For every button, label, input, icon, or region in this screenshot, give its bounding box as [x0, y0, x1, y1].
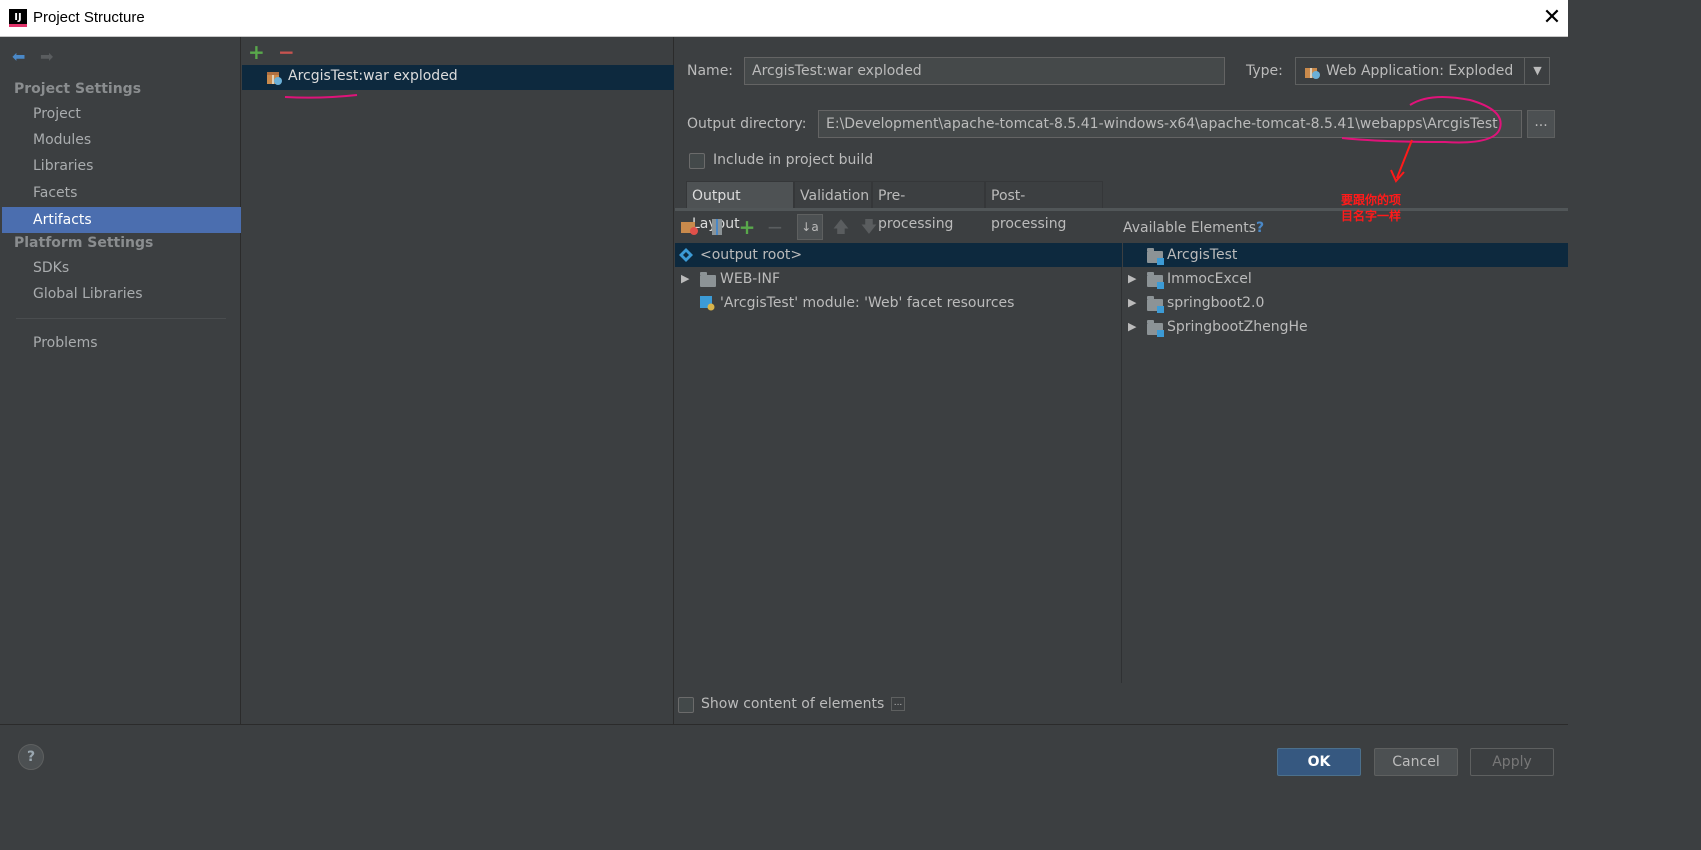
sidebar-item-artifacts[interactable]: Artifacts [2, 207, 241, 233]
web-inf-label: WEB-INF [720, 271, 780, 287]
expand-arrow-icon[interactable]: ▶ [1128, 267, 1136, 291]
available-label: ArcgisTest [1167, 247, 1238, 263]
window-title: Project Structure [33, 9, 145, 26]
annotation-line-2: 目名字一样 [1341, 209, 1402, 223]
settings-sidebar: ⬅ ➡ Project Settings Project Modules Lib… [2, 37, 241, 724]
tree-row-output-root[interactable]: <output root> [675, 243, 1122, 267]
output-directory-field[interactable]: E:\Development\apache-tomcat-8.5.41-wind… [818, 110, 1522, 138]
include-build-label: Include in project build [713, 152, 874, 168]
browse-button[interactable]: ... [1527, 110, 1555, 138]
move-up-icon[interactable]: 🡅 [831, 217, 851, 237]
sidebar-item-sdks[interactable]: SDKs [2, 255, 241, 281]
tab-output-layout[interactable]: Output Layout [686, 181, 794, 232]
cancel-button[interactable]: Cancel [1374, 748, 1458, 776]
module-badge-icon [1157, 330, 1164, 337]
close-icon[interactable]: ✕ [1540, 4, 1564, 32]
sidebar-item-libraries[interactable]: Libraries [2, 153, 241, 179]
web-app-icon [1305, 68, 1320, 79]
available-label: springboot2.0 [1167, 295, 1265, 311]
show-content-label: Show content of elements [701, 696, 885, 712]
tab-validation[interactable]: Validation [794, 181, 872, 209]
ok-button[interactable]: OK [1277, 748, 1361, 776]
dialog-footer: ? OK Cancel Apply [0, 724, 1568, 784]
available-label: ImmocExcel [1167, 271, 1252, 287]
artifact-type-select[interactable]: Web Application: Exploded ▼ [1295, 57, 1550, 85]
artifact-name-label: ArcgisTest:war exploded [288, 68, 458, 84]
folder-icon [700, 272, 716, 287]
tab-post-processing[interactable]: Post-processing [985, 181, 1103, 232]
sidebar-item-problems[interactable]: Problems [2, 330, 241, 356]
sidebar-item-project[interactable]: Project [2, 101, 241, 127]
sort-icon[interactable]: ↓a [797, 214, 823, 240]
available-elements-label: Available Elements [1123, 220, 1257, 236]
expand-arrow-icon[interactable]: ▶ [1128, 315, 1136, 339]
available-item-springbootzhenghe[interactable]: ▶ SpringbootZhengHe [1123, 315, 1568, 339]
intellij-app-icon: IJ [9, 9, 27, 27]
annotation-note: 要跟你的项 目名字一样 [1341, 192, 1431, 224]
apply-button[interactable]: Apply [1470, 748, 1554, 776]
archive-icon[interactable] [707, 217, 727, 237]
artifact-list-item[interactable]: ArcgisTest:war exploded [242, 65, 674, 90]
output-root-icon [679, 248, 693, 262]
sidebar-item-modules[interactable]: Modules [2, 127, 241, 153]
back-arrow-icon[interactable]: ⬅ [12, 47, 25, 66]
chevron-down-icon[interactable]: ▼ [1524, 58, 1550, 84]
artifact-details-panel: Name: ArcgisTest:war exploded Type: Web … [675, 37, 1568, 724]
forward-arrow-icon[interactable]: ➡ [40, 47, 53, 66]
help-button[interactable]: ? [18, 744, 44, 770]
add-element-icon[interactable]: + [737, 217, 757, 237]
available-item-springboot2[interactable]: ▶ springboot2.0 [1123, 291, 1568, 315]
new-directory-icon[interactable] [679, 217, 699, 237]
output-root-label: <output root> [700, 247, 803, 263]
module-badge-icon [1157, 258, 1164, 265]
artifact-name-field[interactable]: ArcgisTest:war exploded [744, 57, 1225, 85]
annotation-line-1: 要跟你的项 [1341, 193, 1402, 207]
remove-element-icon[interactable]: − [765, 217, 785, 237]
web-facet-icon [700, 296, 715, 311]
layout-toolbar: + − ↓a 🡅 🡇 [675, 211, 1568, 243]
include-build-checkbox[interactable] [689, 153, 705, 169]
title-bar: IJ Project Structure ✕ [0, 0, 1568, 37]
available-item-immocexcel[interactable]: ▶ ImmocExcel [1123, 267, 1568, 291]
available-label: SpringbootZhengHe [1167, 319, 1308, 335]
module-badge-icon [1157, 282, 1164, 289]
output-layout-tree: <output root> ▶ WEB-INF 'ArcgisTest' mod… [675, 243, 1122, 683]
module-badge-icon [1157, 306, 1164, 313]
facet-resources-label: 'ArcgisTest' module: 'Web' facet resourc… [720, 295, 1015, 311]
remove-artifact-icon[interactable]: − [278, 40, 295, 64]
expand-arrow-icon[interactable]: ▶ [1128, 291, 1136, 315]
show-content-options-button[interactable]: ... [891, 697, 905, 711]
expand-arrow-icon[interactable]: ▶ [681, 267, 689, 291]
show-content-checkbox[interactable] [678, 697, 694, 713]
project-settings-heading: Project Settings [14, 81, 142, 97]
output-directory-label: Output directory: [687, 116, 807, 132]
sidebar-item-global-libraries[interactable]: Global Libraries [2, 281, 241, 307]
type-value: Web Application: Exploded [1326, 63, 1514, 79]
tab-pre-processing[interactable]: Pre-processing [872, 181, 985, 232]
add-artifact-icon[interactable]: + [248, 40, 265, 64]
artifact-list-panel: + − ArcgisTest:war exploded [242, 37, 674, 724]
tree-row-web-inf[interactable]: ▶ WEB-INF [675, 267, 1122, 291]
sidebar-item-facets[interactable]: Facets [2, 180, 241, 206]
platform-settings-heading: Platform Settings [14, 235, 154, 251]
sidebar-divider [16, 318, 226, 319]
move-down-icon[interactable]: 🡇 [859, 217, 879, 237]
war-artifact-icon [267, 72, 282, 85]
help-question-icon[interactable]: ? [1256, 220, 1264, 236]
type-label: Type: [1246, 63, 1283, 79]
tree-row-facet-resources[interactable]: 'ArcgisTest' module: 'Web' facet resourc… [675, 291, 1122, 315]
name-label: Name: [687, 63, 734, 79]
available-item-arcgistest[interactable]: ArcgisTest [1123, 243, 1568, 267]
